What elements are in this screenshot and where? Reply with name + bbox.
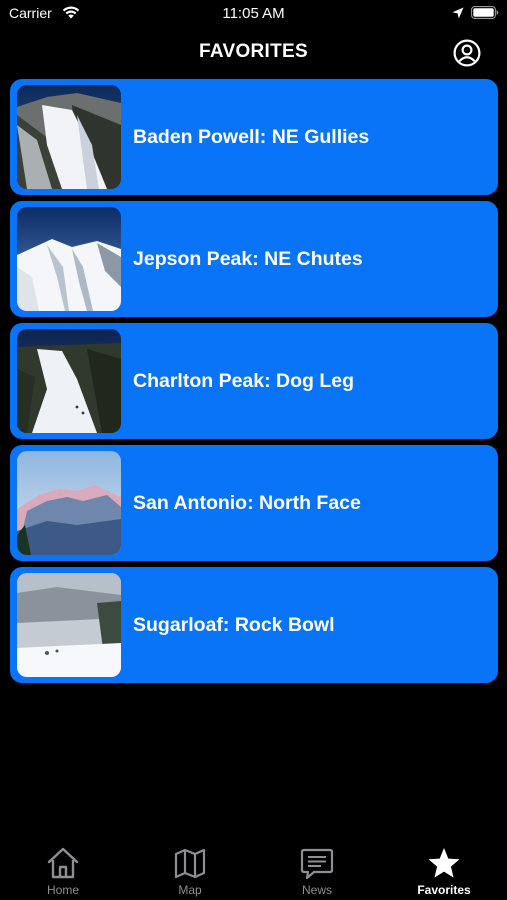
location-arrow-icon bbox=[452, 7, 464, 19]
favorite-thumbnail bbox=[17, 329, 121, 433]
home-icon bbox=[47, 847, 79, 879]
tab-news[interactable]: News bbox=[254, 846, 380, 900]
favorite-title: Baden Powell: NE Gullies bbox=[133, 126, 370, 148]
favorite-thumbnail bbox=[17, 451, 121, 555]
news-icon bbox=[300, 848, 334, 880]
favorite-item-charlton-peak[interactable]: Charlton Peak: Dog Leg bbox=[10, 323, 498, 439]
favorite-title: Jepson Peak: NE Chutes bbox=[133, 248, 363, 270]
map-icon bbox=[174, 848, 206, 879]
favorite-title: Sugarloaf: Rock Bowl bbox=[133, 614, 335, 636]
tab-label: News bbox=[301, 883, 332, 897]
tab-label: Favorites bbox=[417, 883, 471, 897]
favorite-thumbnail bbox=[17, 207, 121, 311]
tab-home[interactable]: Home bbox=[0, 846, 126, 900]
tab-label: Map bbox=[178, 883, 202, 897]
favorite-title: San Antonio: North Face bbox=[133, 492, 361, 514]
favorite-item-baden-powell[interactable]: Baden Powell: NE Gullies bbox=[10, 79, 498, 195]
status-bar: Carrier 11:05 AM bbox=[0, 0, 507, 28]
star-icon bbox=[428, 848, 460, 878]
tab-map[interactable]: Map bbox=[127, 846, 253, 900]
user-circle-icon[interactable] bbox=[453, 39, 481, 67]
favorites-screen: Carrier 11:05 AM FAVORITES Baden Powell:… bbox=[0, 0, 507, 900]
tab-label: Home bbox=[46, 883, 79, 897]
favorites-list: Baden Powell: NE Gullies Jepson Peak: NE… bbox=[10, 79, 498, 689]
page-title: FAVORITES bbox=[199, 41, 308, 62]
favorite-item-san-antonio[interactable]: San Antonio: North Face bbox=[10, 445, 498, 561]
favorite-title: Charlton Peak: Dog Leg bbox=[133, 370, 355, 392]
favorite-item-jepson-peak[interactable]: Jepson Peak: NE Chutes bbox=[10, 201, 498, 317]
tab-bar: Home Map News Favorites bbox=[0, 842, 507, 900]
battery-icon bbox=[471, 6, 499, 19]
status-time: 11:05 AM bbox=[222, 5, 285, 22]
favorite-thumbnail bbox=[17, 85, 121, 189]
favorite-thumbnail bbox=[17, 573, 121, 677]
favorite-item-sugarloaf[interactable]: Sugarloaf: Rock Bowl bbox=[10, 567, 498, 683]
tab-favorites[interactable]: Favorites bbox=[381, 846, 507, 900]
